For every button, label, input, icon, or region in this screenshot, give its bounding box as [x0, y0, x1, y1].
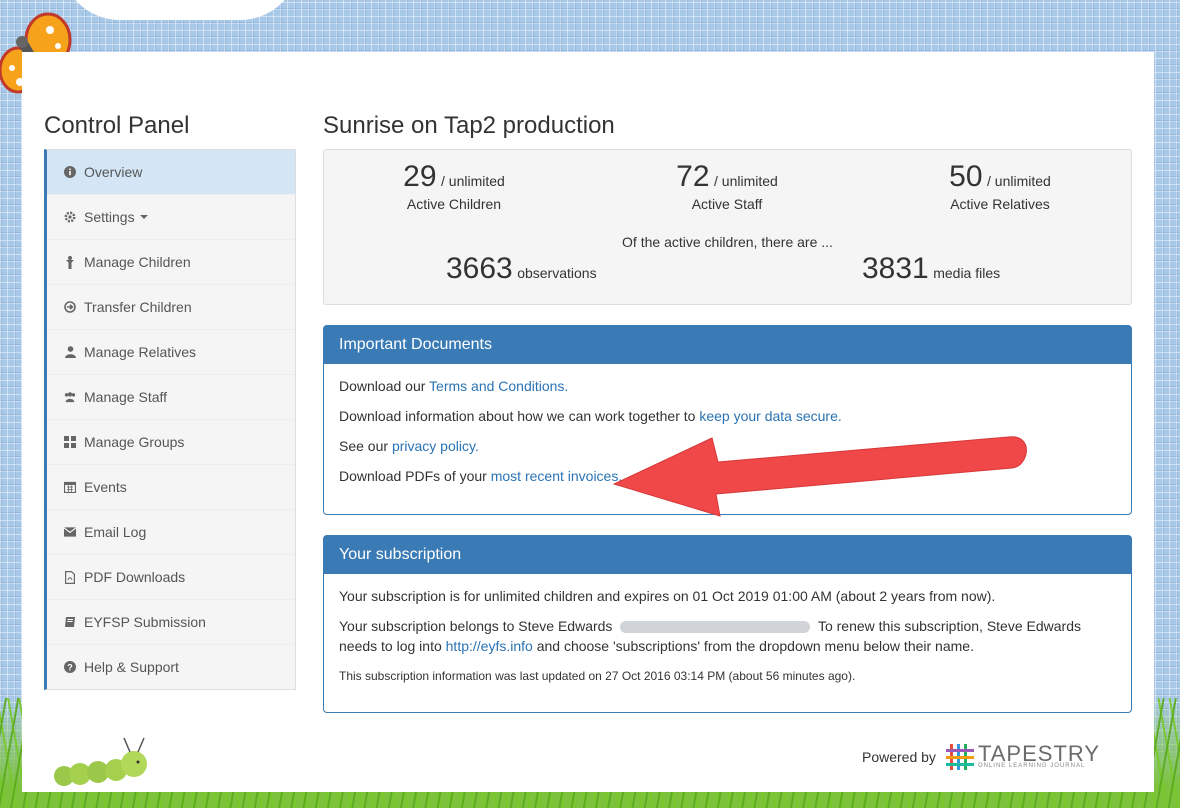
subscription-updated: This subscription information was last u… — [339, 669, 856, 683]
panel-heading: Your subscription — [324, 536, 1131, 574]
sidebar-item-help-support[interactable]: ? Help & Support — [47, 644, 295, 689]
stat-label: Active Children — [406, 196, 502, 212]
stat-active-staff: 72 / unlimited Active Staff — [627, 160, 827, 212]
subscription-expiry: Your subscription is for unlimited child… — [339, 588, 996, 604]
cloud-decoration — [60, 0, 300, 20]
subscription-panel: Your subscription Your subscription is f… — [323, 535, 1132, 713]
sidebar-nav: Overview Settings Manage Children Transf… — [44, 149, 296, 690]
terms-link[interactable]: Terms and Conditions. — [429, 378, 568, 394]
stat-value: 29 — [403, 160, 437, 193]
owner-text: Your subscription belongs to Steve Edwar… — [339, 618, 613, 634]
caterpillar-icon — [54, 737, 147, 786]
stat-value: 72 — [676, 160, 710, 193]
doc-text: Download PDFs of your — [339, 468, 487, 484]
info-icon — [64, 165, 76, 179]
stat-active-relatives: 50 / unlimited Active Relatives — [900, 160, 1100, 212]
book-icon — [64, 615, 76, 629]
envelope-icon — [64, 525, 76, 539]
stat-value: 3831 — [862, 252, 929, 285]
powered-by: Powered by TAPESTRY ONLINE LEARNING JOUR… — [862, 741, 1101, 770]
sidebar-item-pdf-downloads[interactable]: PDF Downloads — [47, 554, 295, 599]
sidebar-item-label: PDF Downloads — [84, 569, 186, 585]
eyfs-link[interactable]: http://eyfs.info — [446, 638, 533, 654]
user-icon — [64, 345, 76, 359]
page-title: Sunrise on Tap2 production — [323, 112, 615, 139]
main-panel: Control Panel Overview Settings Manage C… — [22, 52, 1154, 792]
sidebar-item-manage-children[interactable]: Manage Children — [47, 239, 295, 284]
sidebar-item-manage-staff[interactable]: Manage Staff — [47, 374, 295, 419]
child-icon — [64, 255, 76, 269]
stat-media-files: 3831 media files — [862, 252, 1000, 286]
chevron-down-icon — [139, 215, 148, 219]
stat-unit: / unlimited — [714, 173, 778, 189]
stat-active-children: 29 / unlimited Active Children — [354, 160, 554, 212]
sidebar-item-label: Transfer Children — [84, 299, 192, 315]
renew-end-text: and choose 'subscriptions' from the drop… — [536, 638, 974, 654]
doc-line-data-secure: Download information about how we can wo… — [339, 406, 1116, 426]
doc-line-terms: Download our Terms and Conditions. — [339, 376, 1116, 396]
grid-icon — [64, 435, 76, 449]
subscription-owner: Your subscription belongs to Steve Edwar… — [339, 616, 1116, 656]
sidebar-item-label: Manage Groups — [84, 434, 185, 450]
sidebar-title: Control Panel — [44, 112, 190, 139]
doc-text: See our — [339, 438, 389, 454]
red-arrow-annotation — [612, 436, 1027, 517]
gear-icon — [64, 210, 76, 224]
stat-value: 3663 — [446, 252, 513, 285]
data-secure-link[interactable]: keep your data secure. — [699, 408, 841, 424]
sidebar-item-label: Manage Staff — [84, 389, 168, 405]
panel-heading: Important Documents — [324, 326, 1131, 364]
sidebar-item-label: Email Log — [84, 524, 147, 540]
pdf-icon — [64, 570, 76, 584]
stats-well: 29 / unlimited Active Children 72 / unli… — [323, 149, 1132, 305]
sidebar-item-label: Help & Support — [84, 659, 179, 675]
sidebar-item-label: Manage Children — [84, 254, 191, 270]
logo-text: TAPESTRY — [977, 741, 1101, 766]
redacted-email — [620, 621, 811, 634]
sidebar-item-events[interactable]: Events — [47, 464, 295, 509]
doc-text: Download our — [339, 378, 426, 394]
stat-unit: observations — [517, 265, 597, 281]
stat-unit: / unlimited — [987, 173, 1051, 189]
sidebar-item-manage-relatives[interactable]: Manage Relatives — [47, 329, 295, 374]
sidebar-item-label: Overview — [84, 164, 143, 180]
stat-unit: / unlimited — [441, 173, 505, 189]
users-icon — [64, 390, 76, 404]
sidebar-item-eyfsp-submission[interactable]: EYFSP Submission — [47, 599, 295, 644]
transfer-icon — [64, 300, 76, 314]
sidebar-item-label: Events — [84, 479, 127, 495]
sidebar-item-overview[interactable]: Overview — [47, 150, 295, 194]
sidebar-item-email-log[interactable]: Email Log — [47, 509, 295, 554]
sidebar-item-transfer-children[interactable]: Transfer Children — [47, 284, 295, 329]
svg-text:?: ? — [67, 662, 73, 672]
invoices-link[interactable]: most recent invoices. — [491, 468, 623, 484]
question-icon: ? — [64, 660, 76, 674]
logo-subtext: ONLINE LEARNING JOURNAL — [977, 763, 1086, 769]
tapestry-logo-icon — [945, 744, 974, 770]
sidebar-item-label: Settings — [84, 209, 135, 225]
sidebar-item-label: EYFSP Submission — [84, 614, 206, 630]
tapestry-logo[interactable]: TAPESTRY ONLINE LEARNING JOURNAL — [945, 741, 1101, 770]
privacy-policy-link[interactable]: privacy policy. — [392, 438, 479, 454]
calendar-icon — [64, 480, 76, 494]
stats-subtext: Of the active children, there are ... — [622, 234, 833, 250]
powered-by-text: Powered by — [862, 749, 936, 765]
sidebar-item-settings[interactable]: Settings — [47, 194, 295, 239]
stat-label: Active Relatives — [950, 196, 1050, 212]
stat-observations: 3663 observations — [446, 252, 597, 286]
sidebar-item-label: Manage Relatives — [84, 344, 197, 360]
stat-label: Active Staff — [691, 196, 763, 212]
stat-unit: media files — [933, 265, 1001, 281]
stat-value: 50 — [949, 160, 983, 193]
doc-text: Download information about how we can wo… — [339, 408, 696, 424]
sidebar-item-manage-groups[interactable]: Manage Groups — [47, 419, 295, 464]
panel-body: Your subscription is for unlimited child… — [324, 574, 1131, 704]
